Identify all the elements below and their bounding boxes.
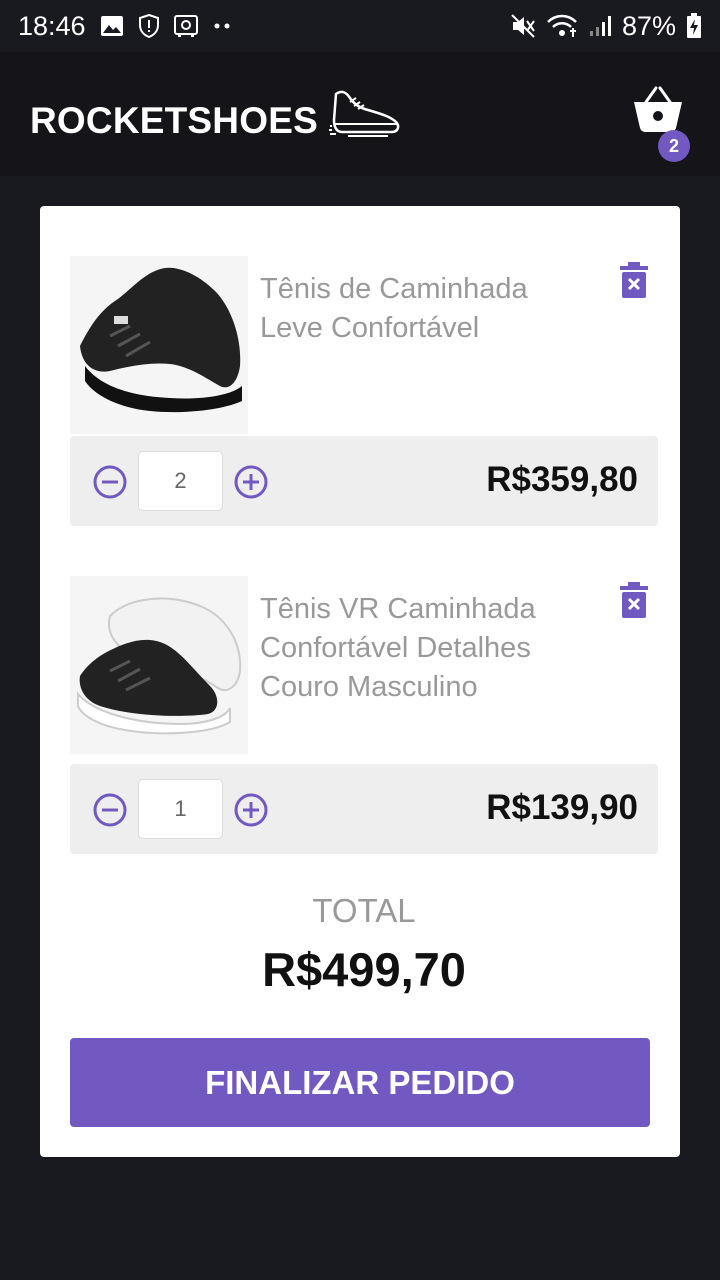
product-title: Tênis VR Caminhada Confortável Detalhes … [260, 593, 536, 703]
quantity-field[interactable]: 2 [138, 451, 223, 511]
mute-icon [510, 13, 536, 39]
cart-container: Tênis de Caminhada Leve Confortável 2 R$… [40, 206, 680, 1157]
minus-circle-icon [93, 793, 127, 827]
signal-icon [588, 14, 612, 38]
sneaker-logo-icon [328, 86, 402, 145]
image-icon [100, 15, 124, 37]
cart-item: Tênis de Caminhada Leve Confortável 2 R$… [70, 256, 658, 526]
item-subtotal: R$139,90 [486, 788, 638, 827]
alert-shield-icon [138, 14, 160, 38]
product-image [70, 256, 248, 434]
increase-quantity-button[interactable] [233, 464, 269, 500]
remove-item-button[interactable] [618, 262, 650, 300]
plus-circle-icon [234, 793, 268, 827]
decrease-quantity-button[interactable] [92, 464, 128, 500]
trash-icon [620, 262, 648, 298]
brand-logo-text[interactable]: ROCKETSHOES [30, 100, 318, 142]
quantity-bar: 2 R$359,80 [70, 436, 658, 526]
more-dots-icon [212, 22, 232, 30]
total-label: TOTAL [312, 892, 416, 929]
checkout-button[interactable]: FINALIZAR PEDIDO [70, 1038, 650, 1127]
decrease-quantity-button[interactable] [92, 792, 128, 828]
item-subtotal: R$359,80 [486, 460, 638, 499]
battery-charging-icon [686, 13, 702, 39]
battery-percent: 87% [621, 10, 676, 41]
basket-icon [634, 86, 682, 132]
product-title: Tênis de Caminhada Leve Confortável [260, 273, 528, 344]
total-value: R$499,70 [262, 943, 466, 996]
plus-circle-icon [234, 465, 268, 499]
status-time: 18:46 [18, 10, 86, 41]
minus-circle-icon [93, 465, 127, 499]
trash-icon [620, 582, 648, 618]
status-bar: 18:46 87% [0, 0, 720, 52]
wifi-icon [546, 13, 578, 39]
cart-item: Tênis VR Caminhada Confortável Detalhes … [70, 576, 658, 854]
remove-item-button[interactable] [618, 582, 650, 620]
safe-icon [173, 15, 198, 37]
product-image [70, 576, 248, 754]
cart-count-badge: 2 [658, 130, 690, 162]
quantity-field[interactable]: 1 [138, 779, 223, 839]
quantity-bar: 1 R$139,90 [70, 764, 658, 854]
increase-quantity-button[interactable] [233, 792, 269, 828]
app-header: ROCKETSHOES 2 [0, 52, 720, 176]
